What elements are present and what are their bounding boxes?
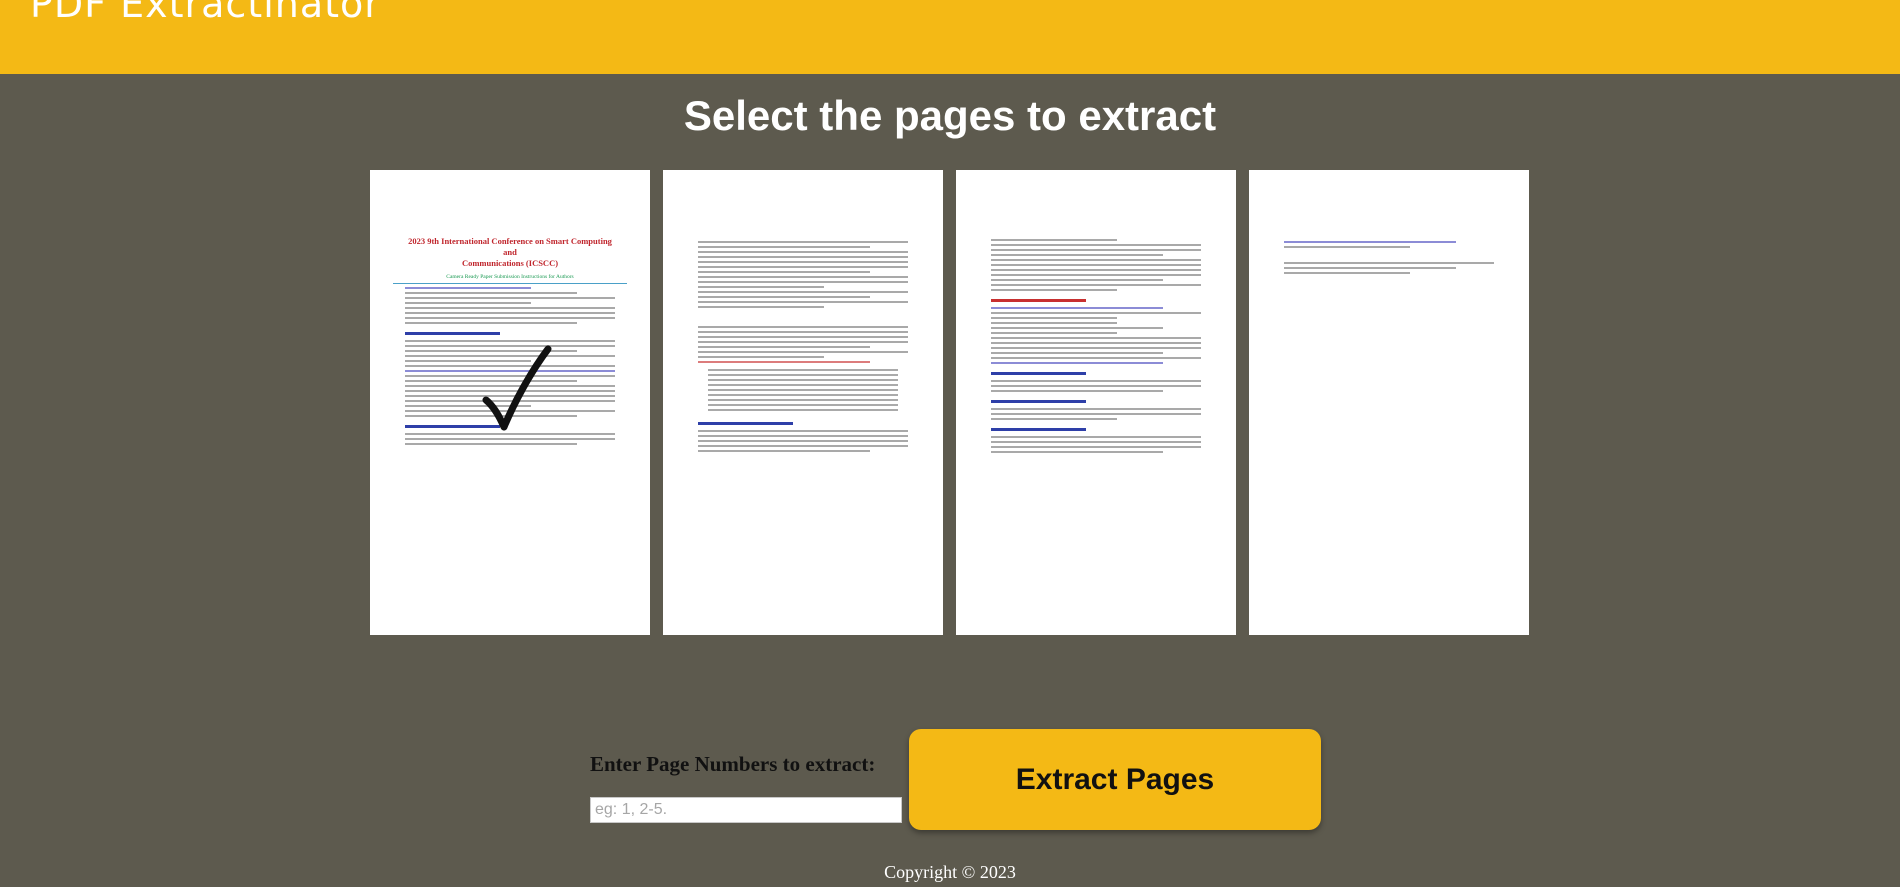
page-title: Select the pages to extract: [683, 92, 1217, 139]
page-thumbnail-2[interactable]: [663, 170, 943, 635]
page-thumbnail-grid: 2023 9th International Conference on Sma…: [370, 170, 1530, 635]
app-header: PDF Extractinator: [0, 0, 1900, 74]
page-thumbnail-3[interactable]: [956, 170, 1236, 635]
selected-check-icon: [482, 345, 552, 431]
app-logo: PDF Extractinator: [30, 0, 381, 26]
extract-pages-button[interactable]: Extract Pages: [909, 729, 1321, 830]
page-thumbnail-4[interactable]: [1249, 170, 1529, 635]
copyright-footer: Copyright © 2023: [884, 862, 1016, 882]
doc-subtitle: Camera Ready Paper Submission Instructio…: [446, 274, 574, 280]
doc-title: 2023 9th International Conference on Sma…: [408, 236, 612, 268]
page-thumbnail-1[interactable]: 2023 9th International Conference on Sma…: [370, 170, 650, 635]
page-numbers-input[interactable]: [590, 797, 902, 823]
page-numbers-label: Enter Page Numbers to extract:: [590, 752, 876, 776]
